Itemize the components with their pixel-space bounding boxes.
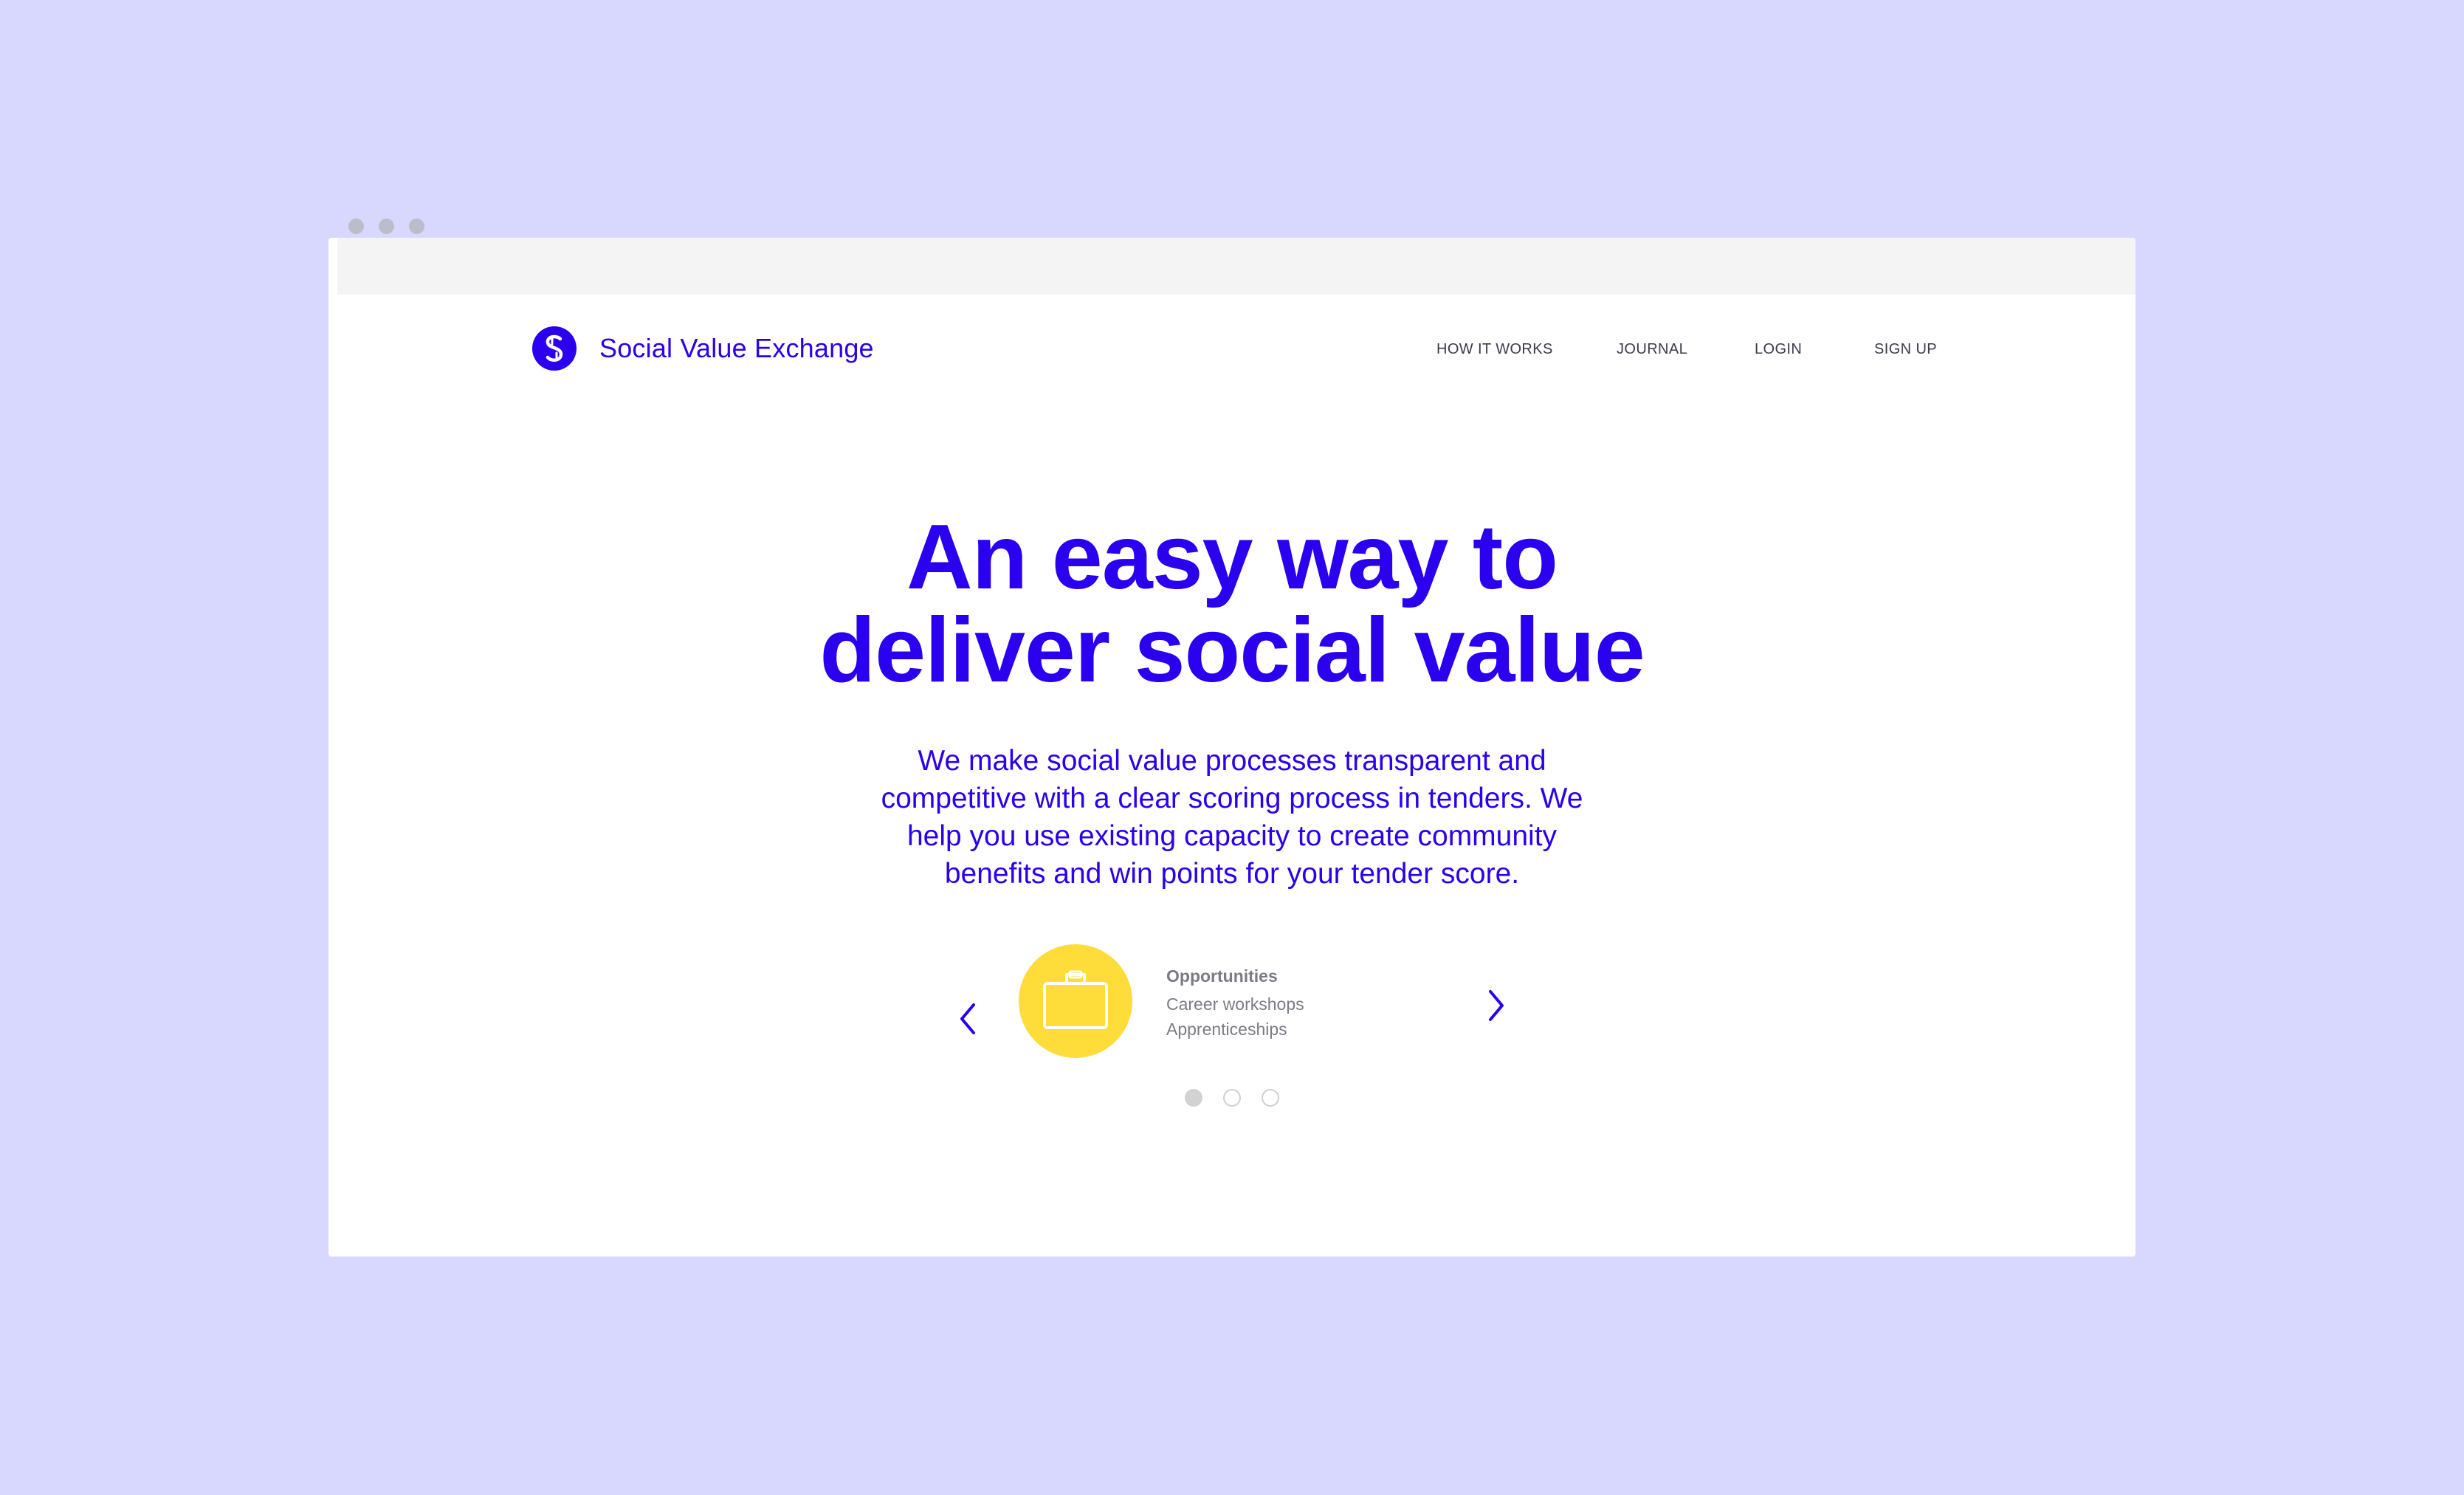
chevron-right-icon — [1489, 990, 1504, 1021]
list-item: Career workshops — [1166, 994, 1304, 1014]
browser-window: Social Value Exchange HOW IT WORKS JOURN… — [328, 238, 2136, 1257]
address-bar[interactable] — [337, 238, 2136, 295]
hero-headline: An easy way to deliver social value — [328, 511, 2136, 697]
pagination-dot-3[interactable] — [1262, 1089, 1279, 1107]
carousel-pagination — [1185, 1089, 1279, 1107]
page-background: Social Value Exchange HOW IT WORKS JOURN… — [0, 0, 2464, 1495]
nav-sign-up[interactable]: SIGN UP — [1874, 341, 1937, 358]
nav-journal[interactable]: JOURNAL — [1617, 341, 1687, 358]
list-item: Apprenticeships — [1166, 1020, 1287, 1039]
briefcase-icon — [1043, 970, 1108, 1029]
carousel-slide-list: Opportunities Career workshops Apprentic… — [1166, 963, 1304, 1042]
carousel-prev-button[interactable] — [953, 1000, 982, 1037]
hero-description: We make social value processes transpare… — [881, 745, 1583, 890]
main-nav: HOW IT WORKS JOURNAL LOGIN SIGN UP — [328, 341, 2136, 363]
list-item: Opportunities — [1166, 966, 1278, 986]
hero-headline-line-1: An easy way to — [906, 506, 1558, 608]
window-controls — [348, 219, 424, 234]
hero-headline-line-2: deliver social value — [819, 599, 1645, 701]
nav-login[interactable]: LOGIN — [1755, 341, 1802, 358]
carousel-next-button[interactable] — [1482, 987, 1511, 1024]
maximize-window-button[interactable] — [409, 219, 424, 234]
chevron-left-icon — [960, 1003, 975, 1034]
close-window-button[interactable] — [348, 219, 364, 234]
nav-how-it-works[interactable]: HOW IT WORKS — [1436, 341, 1553, 358]
pagination-dot-2[interactable] — [1223, 1089, 1241, 1107]
pagination-dot-1[interactable] — [1185, 1089, 1202, 1107]
minimize-window-button[interactable] — [379, 219, 394, 234]
carousel-slide-icon — [1019, 944, 1132, 1058]
